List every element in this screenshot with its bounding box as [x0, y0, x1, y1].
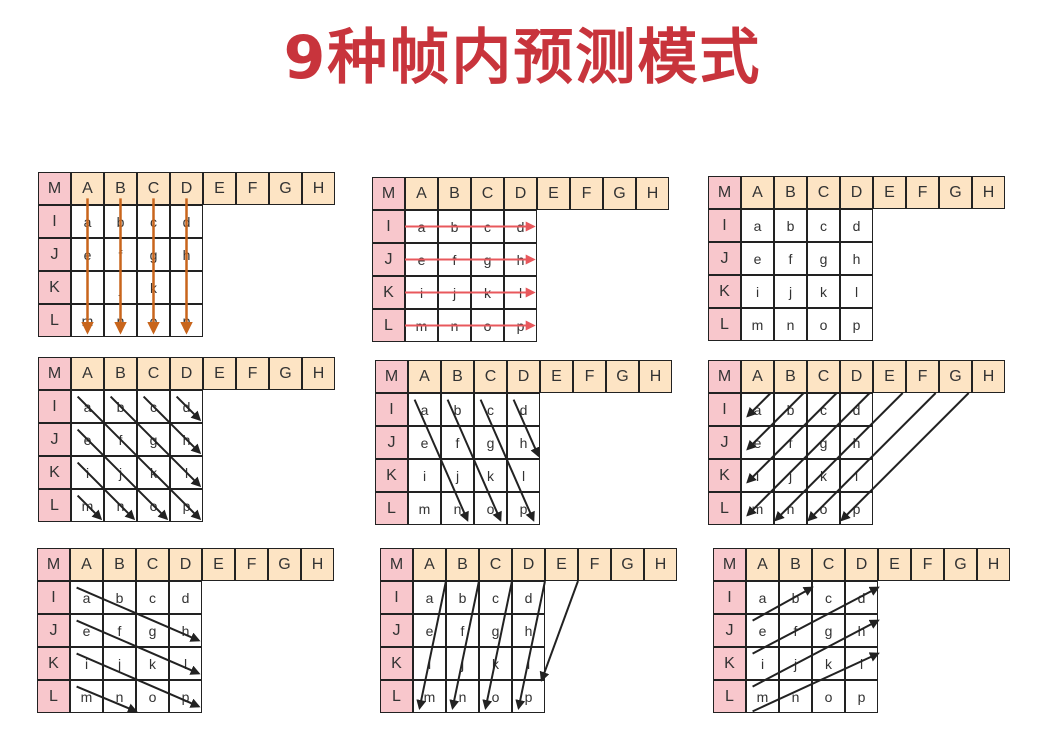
page-title: 9种帧内预测模式 [283, 23, 762, 93]
prediction-arrow [774, 392, 904, 522]
prediction-arrow [416, 580, 447, 711]
block-pixel-m: m [741, 308, 774, 341]
prediction-arrow [515, 580, 546, 711]
mode-vertical-diagram: MABCDEFGHIJKLabcdefghijklmnop [38, 172, 338, 342]
top-pixel-D: D [840, 176, 873, 209]
prediction-arrow [76, 619, 201, 675]
left-pixel-K: K [708, 275, 741, 308]
block-pixel-o: o [807, 308, 840, 341]
prediction-arrow [479, 399, 535, 522]
block-pixel-c: c [807, 209, 840, 242]
mode-horizontal-up-diagram: MABCDEFGHIJKLabcdefghijklmnop [713, 548, 1013, 718]
mode-vertical-arrows [81, 198, 193, 335]
block-pixel-j: j [774, 275, 807, 308]
prediction-arrow [76, 685, 138, 713]
mode-diagonal-down-left-arrows [746, 392, 970, 522]
top-pixel-C: C [807, 176, 840, 209]
block-pixel-h: h [840, 242, 873, 275]
mode-horizontal-diagram: MABCDEFGHIJKLabcdefghijklmnop [372, 177, 672, 347]
prediction-arrow [746, 392, 838, 484]
prediction-arrow [449, 580, 480, 711]
prediction-arrow [752, 586, 880, 655]
prediction-arrow [746, 392, 805, 451]
mode-vertical-right-diagram: MABCDEFGHIJKLabcdefghijklmnop [375, 360, 675, 530]
block-pixel-a: a [741, 209, 774, 242]
prediction-arrow [482, 580, 513, 711]
prediction-arrow [413, 399, 469, 522]
prediction-arrow [752, 586, 814, 622]
left-pixel-I: I [708, 209, 741, 242]
top-pixel-A: A [741, 176, 774, 209]
mode-vertical-right-arrows [413, 399, 540, 522]
mode-vertical-left-diagram: MABCDEFGHIJKLabcdefghijklmnop [380, 548, 680, 718]
prediction-arrow [76, 428, 169, 521]
prediction-arrow [807, 392, 937, 522]
prediction-arrow [109, 395, 202, 488]
prediction-arrow [76, 395, 202, 521]
prediction-arrow [446, 399, 502, 522]
block-pixel-k: k [807, 275, 840, 308]
prediction-arrow [752, 652, 880, 713]
block-pixel-b: b [774, 209, 807, 242]
mode-horizontal-up-arrows [752, 586, 880, 713]
prediction-arrow [76, 494, 103, 521]
block-pixel-f: f [774, 242, 807, 275]
prediction-arrow [752, 619, 880, 688]
mode-diagonal-down-right-arrows [76, 395, 202, 521]
top-pixel-G: G [939, 176, 972, 209]
mode-horizontal-down-arrows [76, 586, 201, 713]
block-pixel-n: n [774, 308, 807, 341]
prediction-arrow [142, 395, 202, 455]
mode-diagonal-down-right-diagram: MABCDEFGHIJKLabcdefghijklmnop [38, 357, 338, 527]
left-pixel-J: J [708, 242, 741, 275]
block-pixel-p: p [840, 308, 873, 341]
top-pixel-B: B [774, 176, 807, 209]
mode-horizontal-arrows [405, 221, 536, 331]
top-pixel-F: F [906, 176, 939, 209]
mode-diagonal-down-left-diagram: MABCDEFGHIJKLabcdefghijklmnop [708, 360, 1008, 530]
top-pixel-H: H [972, 176, 1005, 209]
prediction-arrow [539, 580, 579, 682]
block-pixel-l: l [840, 275, 873, 308]
prediction-arrow [76, 461, 136, 521]
prediction-arrow [746, 392, 871, 517]
prediction-arrow [840, 392, 970, 522]
prediction-arrow [76, 652, 201, 708]
prediction-arrow [746, 392, 772, 418]
block-pixel-d: d [840, 209, 873, 242]
block-pixel-e: e [741, 242, 774, 275]
prediction-arrow [512, 399, 540, 458]
prediction-arrow [175, 395, 202, 422]
mode-vertical-left-arrows [416, 580, 579, 711]
mode-horizontal-down-diagram: MABCDEFGHIJKLabcdefghijklmnop [37, 548, 337, 718]
corner-cell-M: M [708, 176, 741, 209]
top-pixel-E: E [873, 176, 906, 209]
block-pixel-i: i [741, 275, 774, 308]
mode-dc-diagram: MABCDEFGH IJKLabcd efgh ijkl mnop [708, 176, 1008, 346]
block-pixel-g: g [807, 242, 840, 275]
prediction-arrow [76, 586, 201, 642]
left-pixel-L: L [708, 308, 741, 341]
